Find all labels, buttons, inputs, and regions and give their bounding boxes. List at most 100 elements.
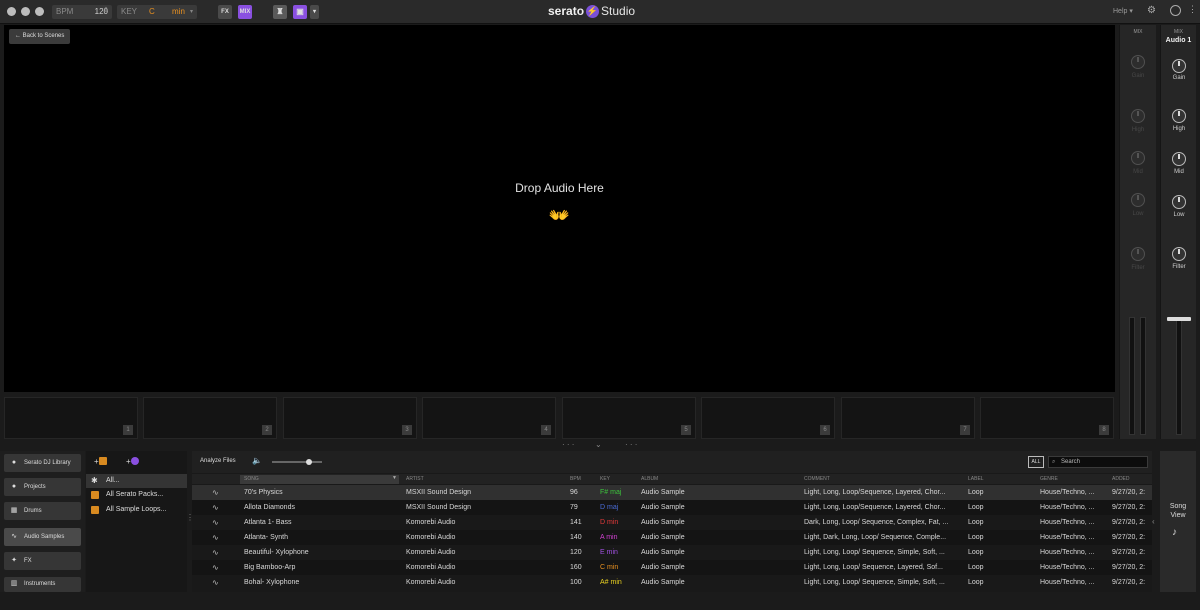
gear-icon[interactable]: ⚙ — [1147, 5, 1156, 16]
table-row[interactable]: ∿ Bohal- Xylophone Komorebi Audio 100 A# min… — [192, 575, 1152, 590]
sidebar-item-fx[interactable]: ✦ FX — [4, 552, 81, 570]
search-filter-all-badge[interactable]: ALL — [1028, 456, 1044, 468]
cell-added: 9/27/20, 2: — [1112, 534, 1146, 541]
open-hands-icon: 👐 — [548, 206, 571, 225]
pad-slot[interactable]: 7 — [841, 397, 975, 439]
pad-slot[interactable]: 2 — [143, 397, 277, 439]
gain-knob[interactable] — [1172, 59, 1186, 73]
high-knob[interactable] — [1172, 109, 1186, 123]
crate-all-sample-loops[interactable]: All Sample Loops... — [86, 503, 187, 517]
col-header-added[interactable]: ADDED — [1112, 475, 1130, 484]
window-minimize-button[interactable] — [21, 7, 30, 16]
window-maximize-button[interactable] — [35, 7, 44, 16]
chevron-left-icon[interactable]: ‹ — [1152, 517, 1155, 526]
chevron-down-icon: ▾ — [190, 9, 194, 15]
add-smart-crate-button[interactable]: + — [126, 457, 139, 466]
pad-slot[interactable]: 3 — [283, 397, 417, 439]
cell-comment: Light, Dark, Long, Loop/ Sequence, Compl… — [804, 534, 947, 541]
search-input[interactable]: ⌕ Search — [1048, 456, 1148, 468]
master-mid-knob[interactable] — [1131, 151, 1145, 165]
waveform-icon: ∿ — [11, 533, 17, 540]
channel-volume-fader[interactable] — [1176, 317, 1182, 435]
mid-knob[interactable] — [1172, 152, 1186, 166]
master-fader-right[interactable] — [1140, 317, 1146, 435]
fx-toggle-button[interactable]: FX — [218, 5, 232, 19]
sidebar-item-instruments[interactable]: ▥ Instruments — [4, 577, 81, 592]
cell-added: 9/27/20, 2: — [1112, 549, 1146, 556]
crate-all[interactable]: ✱ All... — [86, 474, 187, 488]
back-label: Back to Scenes — [22, 33, 65, 39]
master-gain-knob[interactable] — [1131, 55, 1145, 69]
pad-slot[interactable]: 6 — [701, 397, 835, 439]
back-to-scenes-button[interactable]: ← Back to Scenes — [9, 29, 71, 44]
drag-handle-icon[interactable]: · · · — [625, 440, 637, 449]
low-knob[interactable] — [1172, 195, 1186, 209]
chevron-down-icon[interactable]: ⌄ — [595, 440, 602, 449]
sidebar-item-serato-dj-library[interactable]: ● Serato DJ Library — [4, 454, 81, 472]
bpm-stepper-icon[interactable]: ⇕ — [103, 6, 109, 14]
help-menu[interactable]: Help ▾ — [1113, 7, 1133, 15]
cell-artist: MSXII Sound Design — [406, 489, 471, 496]
window-close-button[interactable] — [7, 7, 16, 16]
table-row[interactable]: ∿ Allota Diamonds MSXII Sound Design 79 D ma… — [192, 500, 1152, 515]
master-filter-knob[interactable] — [1131, 247, 1145, 261]
add-crate-button[interactable]: + — [94, 457, 107, 466]
col-header-key[interactable]: KEY — [600, 475, 610, 484]
sidebar-item-audio-samples[interactable]: ∿ Audio Samples — [4, 528, 81, 546]
table-row[interactable]: ∿ Big Bamboo-Arp Komorebi Audio 160 C min Aud… — [192, 560, 1152, 575]
pad-slot[interactable]: 8 — [980, 397, 1114, 439]
more-icon[interactable]: ⋮ — [1188, 4, 1197, 15]
col-header-label[interactable]: LABEL — [968, 475, 984, 484]
track-table: Analyze Files 🔈 ALL ⌕ Search SONG ▼ ARTI… — [192, 451, 1152, 592]
pad-slot[interactable]: 4 — [422, 397, 556, 439]
master-high-knob[interactable] — [1131, 109, 1145, 123]
speaker-icon[interactable]: 🔈 — [252, 456, 262, 465]
key-label: KEY — [121, 7, 138, 16]
col-header-album[interactable]: ALBUM — [641, 475, 658, 484]
col-header-genre[interactable]: GENRE — [1040, 475, 1058, 484]
cell-bpm: 100 — [570, 579, 582, 586]
chevron-down-icon[interactable]: ▾ — [310, 5, 319, 19]
preview-volume-slider[interactable] — [272, 461, 322, 463]
scene-drop-area[interactable]: ← Back to Scenes Drop Audio Here 👐 — [4, 25, 1115, 392]
table-row[interactable]: ∿ Beautiful- Xylophone Komorebi Audio 120 E … — [192, 545, 1152, 560]
pad-slot[interactable]: 1 — [4, 397, 138, 439]
col-header-artist[interactable]: ARTIST — [406, 475, 424, 484]
filter-knob[interactable] — [1172, 247, 1186, 261]
pad-number: 6 — [820, 425, 830, 435]
record-panel-icon[interactable]: ▣ — [293, 5, 307, 19]
table-row[interactable]: ∿ 70's Physics MSXII Sound Design 96 F# maj A… — [192, 485, 1152, 500]
table-row[interactable]: ∿ Atlanta 1- Bass Komorebi Audio 141 D min Au… — [192, 515, 1152, 530]
sorted-column-highlight — [240, 475, 399, 484]
pad-slot[interactable]: 5 — [562, 397, 696, 439]
master-low-knob[interactable] — [1131, 193, 1145, 207]
sidebar-item-projects[interactable]: ● Projects — [4, 478, 81, 496]
waveform-icon: ∿ — [212, 488, 219, 497]
mix-toggle-button[interactable]: MIX — [238, 5, 252, 19]
col-header-comment[interactable]: COMMENT — [804, 475, 830, 484]
key-field[interactable]: KEY C min ▾ — [117, 5, 197, 19]
fader-handle[interactable] — [1167, 317, 1191, 321]
table-toolbar: Analyze Files 🔈 ALL ⌕ Search — [192, 451, 1152, 473]
master-fader-left[interactable] — [1129, 317, 1135, 435]
cell-key: D maj — [600, 504, 619, 511]
panel-divider[interactable]: · · · ⌄ · · · — [0, 440, 1200, 451]
library-sidebar: ● Serato DJ Library ● Projects ▦ Drums ∿… — [0, 451, 85, 592]
cell-bpm: 96 — [570, 489, 578, 496]
crate-all-serato-packs[interactable]: All Serato Packs... — [86, 488, 187, 502]
sidebar-item-drums[interactable]: ▦ Drums — [4, 502, 81, 520]
knob-label: Filter — [1172, 264, 1186, 270]
table-row[interactable]: ∿ Atlanta- Synth Komorebi Audio 140 A min Aud… — [192, 530, 1152, 545]
slider-thumb[interactable] — [306, 459, 312, 465]
col-header-bpm[interactable]: BPM — [570, 475, 581, 484]
col-header-song[interactable]: SONG — [244, 475, 259, 484]
keys-icon: ▥ — [10, 580, 18, 587]
song-view-button[interactable]: Song View ♪ — [1160, 451, 1196, 592]
cell-artist: Komorebi Audio — [406, 549, 456, 556]
top-bar: BPM 120 ⇕ KEY C min ▾ FX MIX ♜ ▣ ▾ serat… — [0, 0, 1200, 24]
metronome-icon[interactable]: ♜ — [273, 5, 287, 19]
account-icon[interactable] — [1170, 5, 1181, 16]
drag-handle-icon[interactable]: · · · — [562, 440, 574, 449]
analyze-files-button[interactable]: Analyze Files — [200, 458, 236, 464]
cell-comment: Light, Long, Loop/Sequence, Layered, Cho… — [804, 504, 946, 511]
